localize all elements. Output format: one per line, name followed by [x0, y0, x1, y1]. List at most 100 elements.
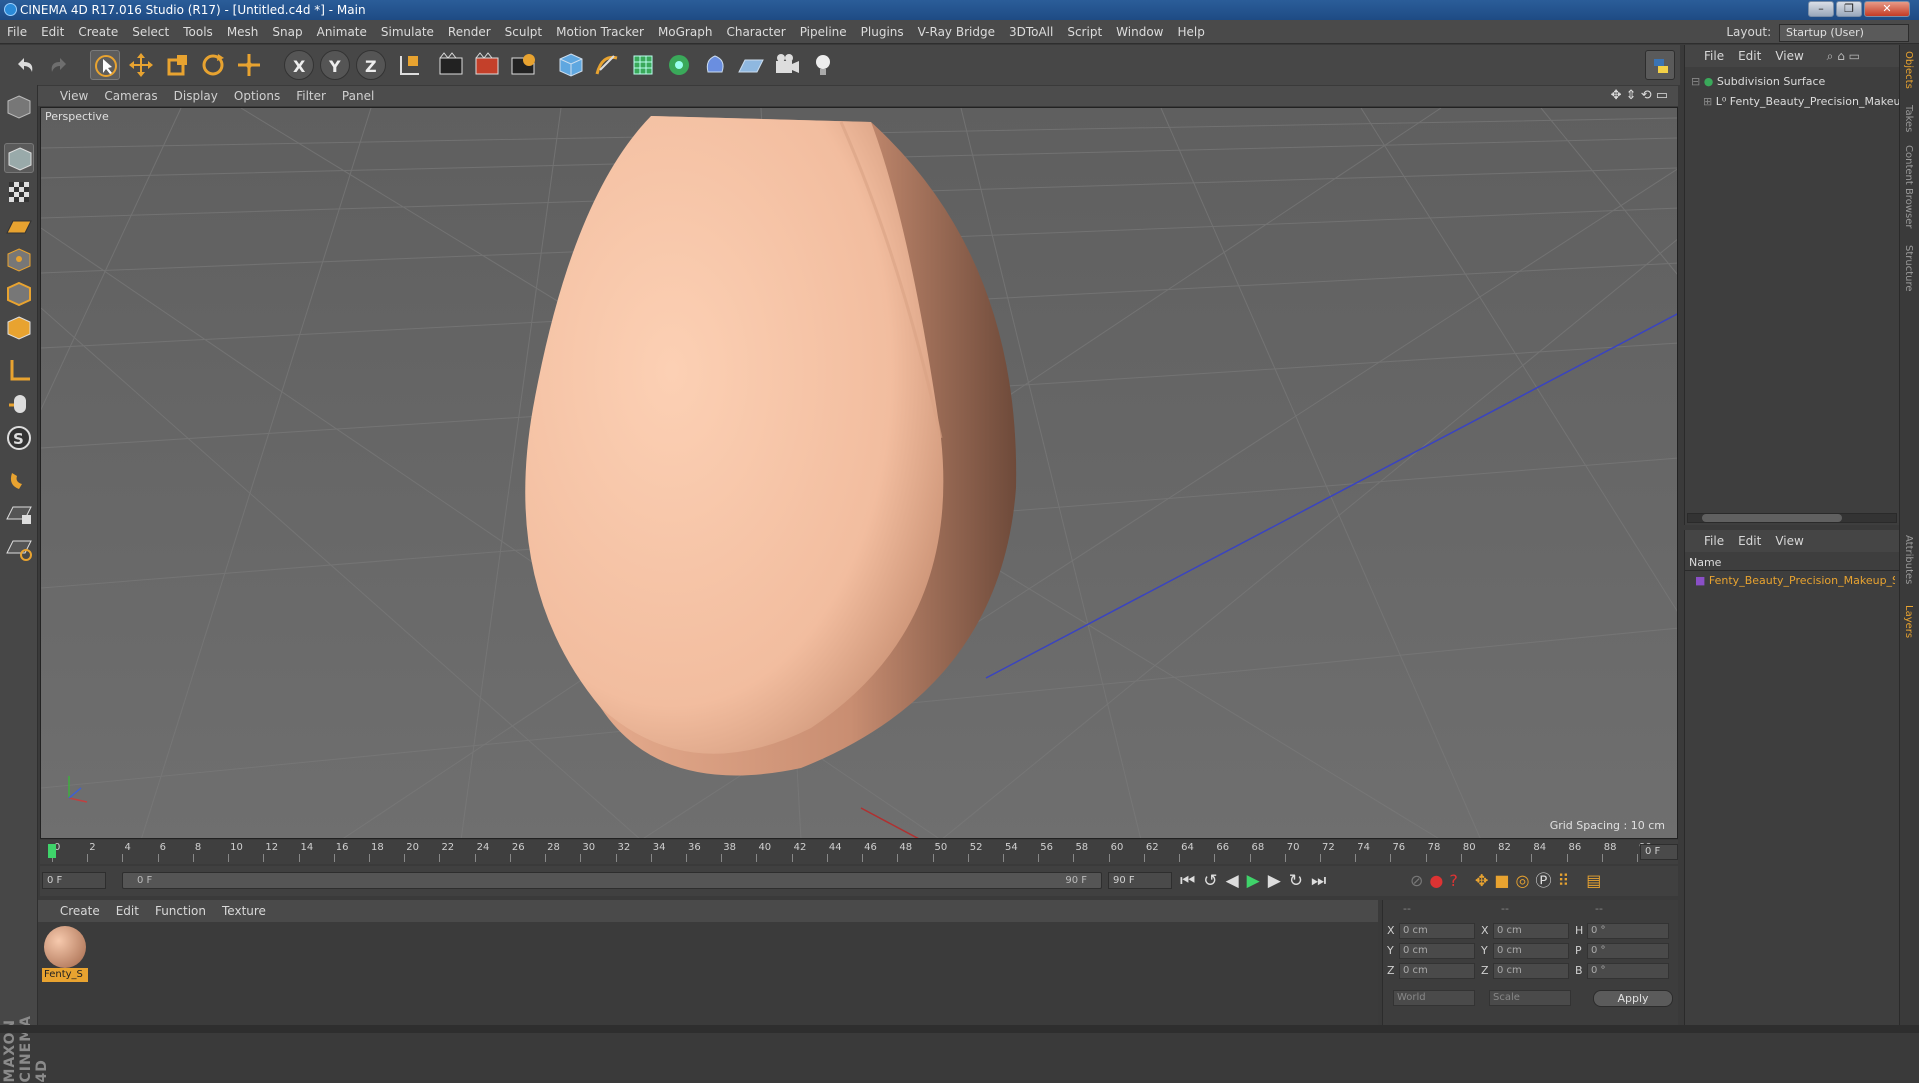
floor-scene-icon[interactable] — [736, 50, 766, 80]
layer-menu-edit[interactable]: Edit — [1731, 530, 1768, 552]
grid-toggle-icon[interactable] — [4, 533, 34, 563]
render-settings-icon[interactable] — [508, 50, 538, 80]
menu-window[interactable]: Window — [1109, 20, 1170, 44]
tab-structure[interactable]: Structure — [1903, 245, 1914, 292]
viewport-menu-display[interactable]: Display — [166, 86, 226, 106]
tab-content-browser[interactable]: Content Browser — [1903, 145, 1914, 228]
menu-select[interactable]: Select — [125, 20, 176, 44]
menu-pipeline[interactable]: Pipeline — [793, 20, 854, 44]
polygons-mode-icon[interactable] — [4, 313, 34, 343]
key-scale-icon[interactable]: ■ — [1494, 871, 1515, 890]
edges-mode-icon[interactable] — [4, 279, 34, 309]
menu-render[interactable]: Render — [441, 20, 498, 44]
end-frame-field[interactable]: 90 F — [1108, 872, 1172, 889]
magnet-icon[interactable] — [4, 465, 34, 495]
menu-animate[interactable]: Animate — [310, 20, 374, 44]
frame-range-slider[interactable]: 0 F 90 F — [122, 872, 1102, 889]
menu-3dtoall[interactable]: 3DToAll — [1002, 20, 1060, 44]
rotation-b-field[interactable]: 0 ° — [1587, 963, 1669, 979]
position-x-field[interactable]: 0 cm — [1399, 923, 1475, 939]
x-axis-lock-icon[interactable]: X — [284, 50, 314, 80]
apply-button[interactable]: Apply — [1593, 990, 1673, 1007]
rotate-tool-icon[interactable] — [198, 50, 228, 80]
undo-button[interactable] — [10, 50, 40, 80]
menu-character[interactable]: Character — [719, 20, 792, 44]
motion-record-icon[interactable]: ⊘ — [1410, 871, 1429, 890]
rotation-h-field[interactable]: 0 ° — [1587, 923, 1669, 939]
viewport-menu-options[interactable]: Options — [226, 86, 288, 106]
menu-simulate[interactable]: Simulate — [374, 20, 441, 44]
layer-menu-file[interactable]: File — [1697, 530, 1731, 552]
close-button[interactable]: ✕ — [1864, 1, 1910, 17]
viewport-nav-icons[interactable]: ✥ ⇕ ⟲ ▭ — [1611, 88, 1668, 103]
snapping-icon[interactable]: S — [4, 423, 34, 453]
coord-space-dropdown[interactable]: World — [1393, 990, 1475, 1006]
tab-takes[interactable]: Takes — [1903, 105, 1914, 132]
render-view-icon[interactable] — [436, 50, 466, 80]
material-swatch[interactable]: Fenty_S — [42, 926, 88, 984]
timeline-ruler[interactable]: 0 2 4 6 8 10 12 14 16 18 20 22 24 26 28 30 32 34 36 38 40 42 4… — [40, 840, 1678, 864]
object-row-subdivision[interactable]: ⊟ ● Subdivision Surface — [1691, 75, 1825, 88]
axis-mode-icon[interactable] — [4, 355, 34, 385]
menu-motion-tracker[interactable]: Motion Tracker — [549, 20, 651, 44]
cloner-icon[interactable] — [664, 50, 694, 80]
goto-end-icon[interactable]: ⏭ — [1311, 871, 1334, 891]
cube-primitive-icon[interactable] — [556, 50, 586, 80]
menu-help[interactable]: Help — [1170, 20, 1211, 44]
camera-icon[interactable] — [772, 50, 802, 80]
workplane-lock-icon[interactable] — [4, 499, 34, 529]
viewport-menu-cameras[interactable]: Cameras — [96, 86, 165, 106]
menu-vray-bridge[interactable]: V-Ray Bridge — [911, 20, 1002, 44]
subdivision-surface-icon[interactable] — [628, 50, 658, 80]
points-mode-icon[interactable] — [4, 245, 34, 275]
autokey-icon[interactable]: ? — [1449, 871, 1464, 890]
menu-sculpt[interactable]: Sculpt — [498, 20, 549, 44]
material-menu-create[interactable]: Create — [52, 900, 108, 922]
position-z-field[interactable]: 0 cm — [1399, 963, 1475, 979]
layer-row[interactable]: ■ Fenty_Beauty_Precision_Makeup_S — [1695, 574, 1895, 587]
current-frame-field[interactable]: 0 F — [1640, 844, 1678, 860]
workplane-mode-icon[interactable] — [4, 211, 34, 241]
menu-mesh[interactable]: Mesh — [220, 20, 266, 44]
pen-spline-icon[interactable] — [592, 50, 622, 80]
make-editable-icon[interactable] — [4, 92, 34, 122]
light-icon[interactable] — [808, 50, 838, 80]
position-y-field[interactable]: 0 cm — [1399, 943, 1475, 959]
material-menu-edit[interactable]: Edit — [108, 900, 147, 922]
tab-layers[interactable]: Layers — [1903, 605, 1914, 638]
move-tool-icon[interactable] — [126, 50, 156, 80]
prev-key-icon[interactable]: ↺ — [1203, 871, 1225, 891]
size-z-field[interactable]: 0 cm — [1493, 963, 1569, 979]
render-picture-viewer-icon[interactable] — [472, 50, 502, 80]
record-keys-icon[interactable]: ● — [1429, 871, 1449, 890]
layer-menu-view[interactable]: View — [1768, 530, 1810, 552]
start-frame-field[interactable]: 0 F — [42, 872, 106, 889]
timeline-window-icon[interactable]: ▤ — [1586, 871, 1607, 890]
key-pla-icon[interactable]: ⠿ — [1557, 871, 1575, 890]
key-param-icon[interactable]: Ⓟ — [1535, 871, 1557, 890]
prev-frame-icon[interactable]: ◀ — [1226, 871, 1247, 891]
coordinate-system-icon[interactable] — [394, 50, 424, 80]
next-key-icon[interactable]: ↻ — [1289, 871, 1311, 891]
tab-attributes[interactable]: Attributes — [1903, 535, 1914, 584]
menu-file[interactable]: File — [0, 20, 34, 44]
goto-start-icon[interactable]: ⏮ — [1180, 871, 1203, 891]
tweak-mode-icon[interactable] — [4, 389, 34, 419]
size-x-field[interactable]: 0 cm — [1493, 923, 1569, 939]
menu-create[interactable]: Create — [71, 20, 125, 44]
minimize-button[interactable]: – — [1808, 1, 1834, 17]
material-menu-function[interactable]: Function — [147, 900, 214, 922]
3d-viewport[interactable]: Perspective Grid Spacing : 10 cm — [40, 107, 1678, 839]
z-axis-lock-icon[interactable]: Z — [356, 50, 386, 80]
object-hscrollbar[interactable] — [1687, 513, 1897, 523]
key-rotation-icon[interactable]: ◎ — [1516, 871, 1536, 890]
layout-dropdown[interactable]: Startup (User) — [1779, 23, 1909, 42]
object-menu-file[interactable]: File — [1697, 45, 1731, 67]
texture-mode-icon[interactable] — [4, 177, 34, 207]
viewport-menu-filter[interactable]: Filter — [288, 86, 334, 106]
transform-tool-icon[interactable] — [234, 50, 264, 80]
deformer-icon[interactable] — [700, 50, 730, 80]
redo-button[interactable] — [44, 50, 74, 80]
maximize-button[interactable]: ❐ — [1836, 1, 1862, 17]
viewport-menu-view[interactable]: View — [52, 86, 96, 106]
